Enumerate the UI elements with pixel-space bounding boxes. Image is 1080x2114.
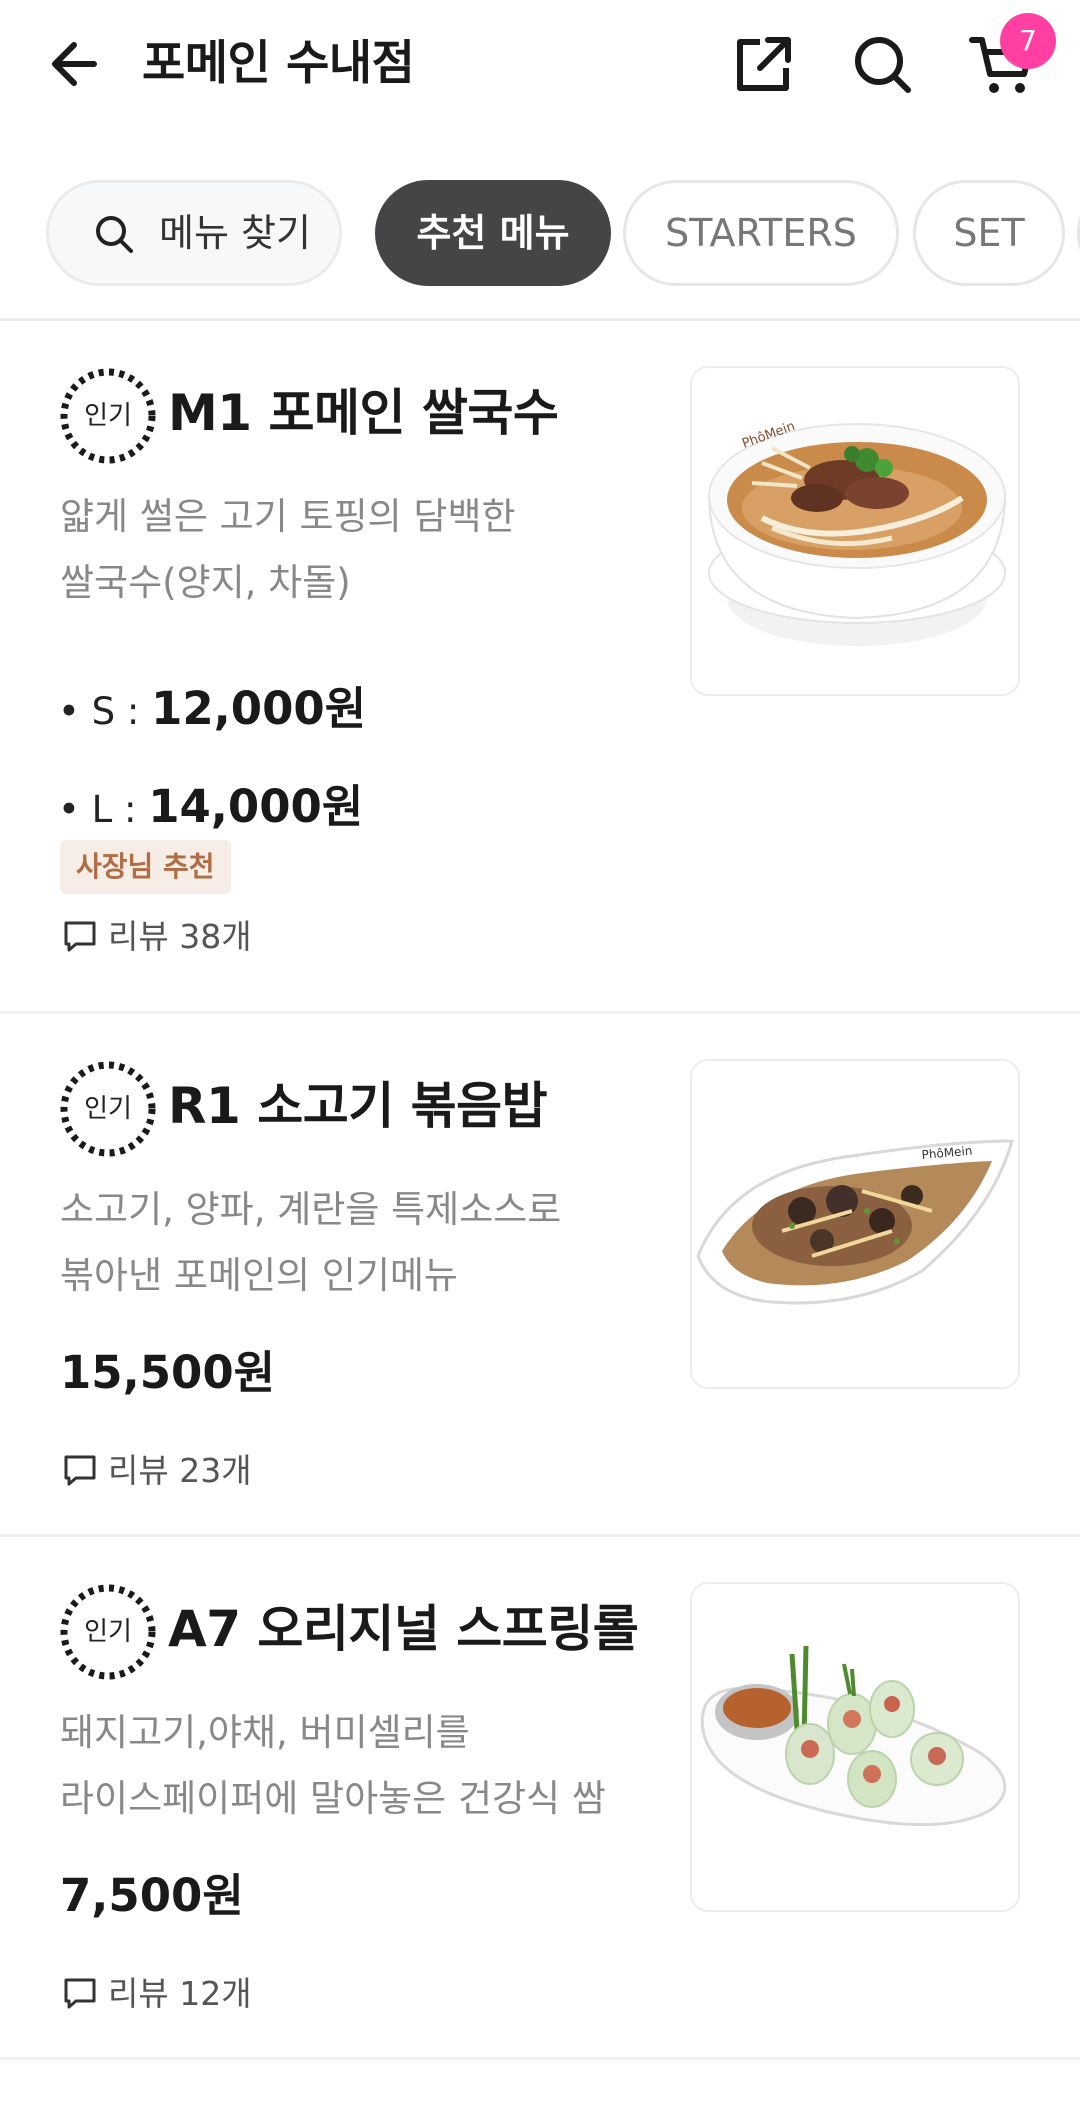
popular-badge-label: 인기 (84, 1094, 132, 1124)
description-line: 소고기, 양파, 계란을 특제소스로 (60, 1188, 562, 1231)
app-header: 포메인 수내점 7 (0, 0, 1080, 135)
category-chip-bar: 메뉴 찾기 추천 메뉴 STARTERS SET (0, 178, 1080, 288)
review-count: 리뷰 38개 (62, 912, 252, 962)
price-row-large: • L : 14,000원 (58, 777, 363, 837)
popular-badge-label: 인기 (84, 401, 132, 431)
spring-roll-photo (700, 1645, 1007, 1827)
review-label: 리뷰 23개 (108, 1451, 252, 1490)
owner-recommend-tag: 사장님 추천 (60, 840, 231, 894)
menu-item-photo[interactable]: PhôMein (690, 366, 1020, 696)
menu-item-a7[interactable]: 인기 A7 오리지널 스프링롤 돼지고기,야채, 버미셀리를 라이스페이퍼에 말… (0, 1537, 1080, 2057)
price-size-label: • L : (58, 788, 149, 831)
description-line: 얇게 썰은 고기 토핑의 담백한 (60, 495, 516, 538)
menu-search-label: 메뉴 찾기 (159, 211, 311, 255)
share-icon (737, 37, 791, 91)
menu-item-photo[interactable]: PhôMein (690, 1059, 1020, 1389)
description-line: 라이스페이퍼에 말아놓은 건강식 쌈 (60, 1777, 606, 1820)
popular-badge: 인기 (58, 1582, 158, 1682)
price-row-small: • S : 12,000원 (58, 679, 366, 739)
description-line: 쌀국수(양지, 차돌) (60, 561, 351, 604)
search-icon (855, 37, 911, 93)
price-size-label: • S : (58, 690, 152, 733)
search-icon (96, 216, 133, 253)
share-button[interactable] (728, 30, 798, 100)
comment-icon (64, 921, 96, 951)
menu-item-description: 얇게 썰은 고기 토핑의 담백한 쌀국수(양지, 차돌) (60, 484, 670, 616)
popular-badge: 인기 (58, 366, 158, 466)
menu-item-name: A7 오리지널 스프링롤 (168, 1600, 639, 1658)
comment-icon (64, 1455, 96, 1485)
item-separator (0, 2057, 1080, 2060)
arrow-left-icon (52, 42, 97, 86)
price-value: 15,500원 (60, 1346, 276, 1399)
menu-item-m1[interactable]: 인기 M1 포메인 쌀국수 얇게 썰은 고기 토핑의 담백한 쌀국수(양지, 차… (0, 321, 1080, 1011)
description-line: 돼지고기,야채, 버미셀리를 (60, 1711, 470, 1754)
review-label: 리뷰 12개 (108, 1974, 252, 2013)
menu-item-r1[interactable]: 인기 R1 소고기 볶음밥 소고기, 양파, 계란을 특제소스로 볶아낸 포메인… (0, 1014, 1080, 1534)
description-line: 볶아낸 포메인의 인기메뉴 (60, 1254, 458, 1297)
popular-badge-label: 인기 (84, 1617, 132, 1647)
menu-item-photo[interactable] (690, 1582, 1020, 1912)
menu-search-chip[interactable]: 메뉴 찾기 (46, 180, 342, 286)
fried-rice-photo: PhôMein (696, 1139, 1014, 1305)
menu-item-name: R1 소고기 볶음밥 (168, 1077, 548, 1135)
price-value: 14,000원 (148, 780, 364, 833)
cart-count-badge: 7 (1000, 13, 1056, 69)
price-value: 7,500원 (60, 1869, 244, 1922)
menu-item-description: 돼지고기,야채, 버미셀리를 라이스페이퍼에 말아놓은 건강식 쌈 (60, 1700, 670, 1832)
pho-bowl-photo: PhôMein (707, 419, 1007, 646)
chip-recommended[interactable]: 추천 메뉴 (375, 180, 611, 286)
back-button[interactable] (44, 30, 112, 98)
chip-set[interactable]: SET (913, 180, 1065, 286)
price-value: 12,000원 (151, 682, 367, 735)
menu-item-name: M1 포메인 쌀국수 (168, 384, 559, 442)
popular-badge: 인기 (58, 1059, 158, 1159)
review-count: 리뷰 12개 (62, 1969, 252, 2019)
chip-starters[interactable]: STARTERS (623, 180, 899, 286)
comment-icon (64, 1978, 96, 2008)
review-label: 리뷰 38개 (108, 917, 252, 956)
menu-item-description: 소고기, 양파, 계란을 특제소스로 볶아낸 포메인의 인기메뉴 (60, 1177, 670, 1309)
page-title: 포메인 수내점 (142, 36, 415, 91)
search-button[interactable] (848, 30, 918, 100)
review-count: 리뷰 23개 (62, 1446, 252, 1496)
